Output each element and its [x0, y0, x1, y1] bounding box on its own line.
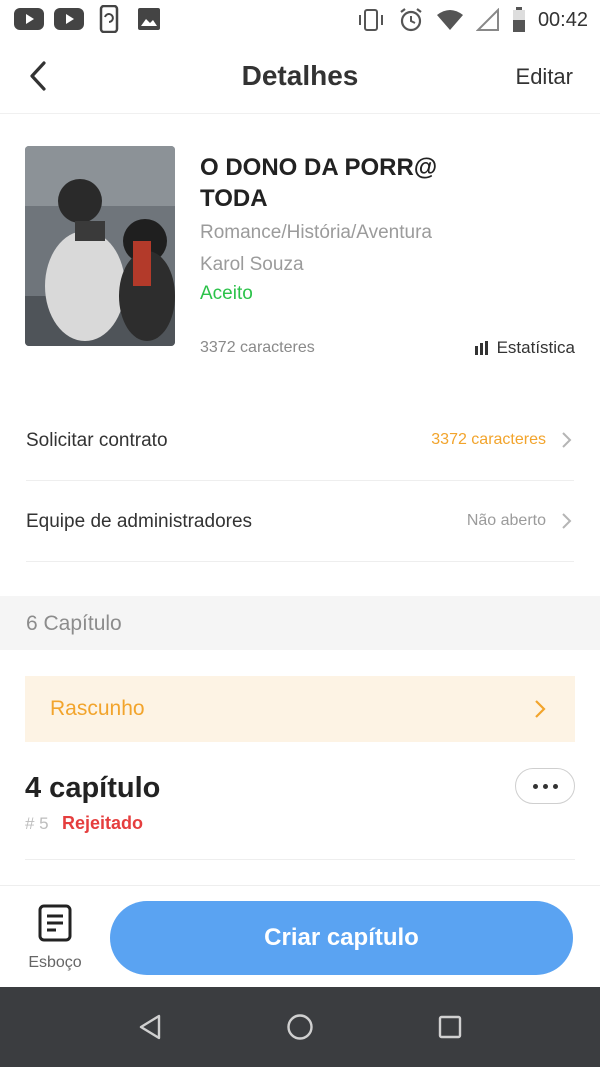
more-dot-icon	[542, 783, 548, 789]
book-title: O DONO DA PORR@ TODA	[200, 154, 438, 212]
wifi-icon	[436, 10, 463, 30]
status-bar: 00:42	[0, 0, 600, 40]
statistics-label: Estatística	[496, 338, 575, 357]
chapters-section-header: 6 Capítulo	[0, 596, 600, 650]
more-dot-icon	[552, 783, 558, 789]
chevron-right-icon	[562, 432, 572, 448]
chapter-status: Rejeitado	[62, 813, 144, 833]
drafts-tab-label: Esboço	[28, 954, 82, 971]
home-circle-icon	[287, 1014, 313, 1040]
chapters-count: 6 Capítulo	[26, 612, 122, 635]
admin-team-row[interactable]: Equipe de administradores Não aberto	[26, 482, 574, 562]
top-app-bar: Detalhes Editar	[0, 40, 600, 114]
youtube-icon	[54, 6, 84, 32]
page-title: Detalhes	[241, 60, 359, 91]
request-contract-label: Solicitar contrato	[26, 430, 168, 451]
back-triangle-icon	[139, 1014, 161, 1040]
admin-team-value: Não aberto	[466, 512, 546, 529]
vibrate-icon	[358, 9, 383, 31]
image-icon	[134, 6, 164, 32]
book-status: Aceito	[200, 283, 253, 304]
edit-button[interactable]: Editar	[516, 64, 573, 90]
statistics-button[interactable]: Estatística	[474, 338, 575, 358]
bottom-action-bar: Esboço Criar capítulo	[0, 885, 600, 987]
nav-recents-button[interactable]	[432, 1009, 468, 1045]
chevron-right-icon	[535, 700, 546, 718]
admin-team-label: Equipe de administradores	[26, 511, 253, 532]
clock: 00:42	[537, 8, 588, 31]
book-author: Karol Souza	[200, 254, 304, 275]
book-genre: Romance/História/Aventura	[200, 222, 432, 243]
battery-icon	[512, 7, 525, 32]
draft-row[interactable]: Rascunho	[25, 676, 575, 742]
book-cover-image[interactable]	[25, 146, 175, 346]
system-navigation-bar	[0, 987, 600, 1067]
more-options-button[interactable]	[515, 768, 575, 804]
more-dot-icon	[532, 783, 538, 789]
create-chapter-button[interactable]: Criar capítulo	[110, 901, 573, 975]
chapter-item[interactable]: 4 capítulo # 5 Rejeitado	[25, 760, 575, 860]
bar-chart-icon	[474, 341, 488, 355]
notes-icon	[38, 904, 72, 942]
book-character-count: 3372 caracteres	[200, 339, 315, 356]
chapter-title: 4 capítulo	[25, 772, 161, 804]
nav-home-button[interactable]	[282, 1009, 318, 1045]
chevron-right-icon	[562, 513, 572, 529]
recents-square-icon	[438, 1015, 462, 1039]
request-contract-row[interactable]: Solicitar contrato 3372 caracteres	[26, 401, 574, 481]
youtube-icon	[14, 6, 44, 32]
draft-label: Rascunho	[50, 697, 145, 720]
nav-back-button[interactable]	[132, 1009, 168, 1045]
request-contract-value: 3372 caracteres	[431, 431, 546, 448]
alarm-icon	[400, 8, 422, 32]
chapter-number: # 5	[25, 814, 49, 833]
signal-icon	[475, 8, 499, 31]
book-info: O DONO DA PORR@ TODA Romance/História/Av…	[25, 146, 575, 358]
system-icons: 00:42	[356, 6, 588, 34]
drafts-tab[interactable]: Esboço	[22, 902, 88, 978]
screen-rotation-icon	[94, 5, 124, 33]
notification-icons	[14, 5, 164, 33]
